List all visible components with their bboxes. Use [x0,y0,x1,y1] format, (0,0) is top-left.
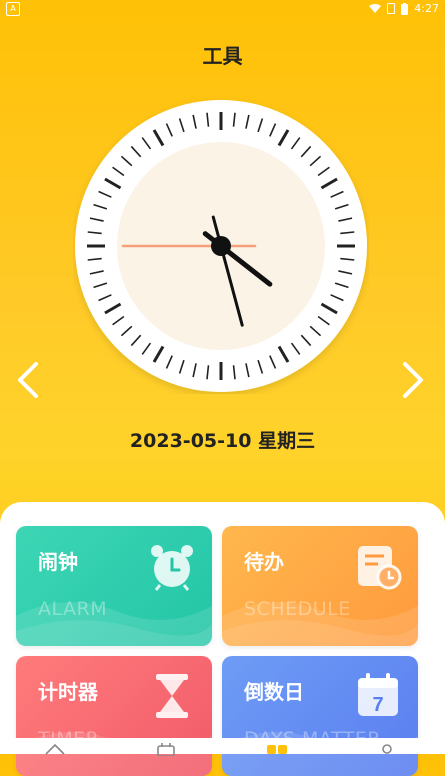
battery-icon [401,2,409,15]
current-date: 2023-05-10 星期三 [129,430,316,452]
sim-icon [387,3,396,14]
clock-center-pin [211,236,231,256]
previous-arrow-icon[interactable] [14,360,44,400]
schedule-card[interactable]: 待办 SCHEDULE [222,526,418,646]
countdown-card-label: 倒数日 [244,680,304,704]
notification-icon: A [6,2,20,16]
alarm-card-subtitle: ALARM [38,598,108,620]
status-time: 4:27 [414,2,439,15]
schedule-icon [358,546,402,590]
countdown-card[interactable]: 倒数日 DAYS MATTER 7 [222,656,418,776]
timer-card[interactable]: 计时器 TIMER [16,656,212,776]
status-icons: 4:27 [369,2,439,15]
page-title: 工具 [202,44,243,68]
schedule-card-subtitle: SCHEDULE [244,598,351,620]
alarm-card-label: 闹钟 [38,550,78,574]
timer-card-label: 计时器 [38,680,98,704]
analog-clock [73,98,369,394]
next-arrow-icon[interactable] [397,360,427,400]
clock-face-svg [75,100,367,392]
alarm-clock-icon [151,545,193,591]
bottom-navigation [0,738,445,756]
alarm-card[interactable]: 闹钟 ALARM [16,526,212,646]
wifi-icon [369,3,382,13]
schedule-card-label: 待办 [244,550,284,574]
hourglass-icon [156,674,188,718]
calendar-icon: 7 [358,673,398,716]
status-bar: A 4:27 [0,0,445,18]
calendar-icon-number: 7 [372,694,383,716]
